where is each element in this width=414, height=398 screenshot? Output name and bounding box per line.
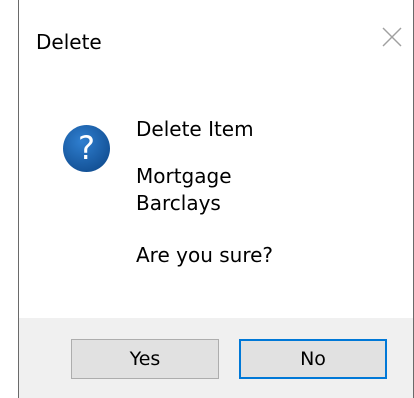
message-heading: Delete Item: [136, 117, 254, 141]
window-title: Delete: [36, 30, 102, 54]
svg-text:?: ?: [78, 129, 95, 167]
yes-button[interactable]: Yes: [71, 339, 219, 379]
question-icon: ?: [63, 125, 110, 172]
item-name-line2: Barclays: [136, 191, 221, 215]
message-block: Delete Item Mortgage Barclays Are you su…: [136, 116, 273, 269]
title-bar: Delete: [19, 0, 413, 82]
dialog-content: ? Delete Item Mortgage Barclays Are you …: [19, 82, 413, 318]
confirm-prompt: Are you sure?: [136, 243, 274, 267]
delete-dialog: Delete ? Delete Item Mortgage Barclays A…: [18, 0, 414, 398]
no-button[interactable]: No: [239, 339, 387, 379]
button-bar: Yes No: [19, 318, 413, 398]
item-name-line1: Mortgage: [136, 164, 232, 188]
close-button[interactable]: [379, 24, 405, 50]
close-icon: [382, 27, 402, 47]
